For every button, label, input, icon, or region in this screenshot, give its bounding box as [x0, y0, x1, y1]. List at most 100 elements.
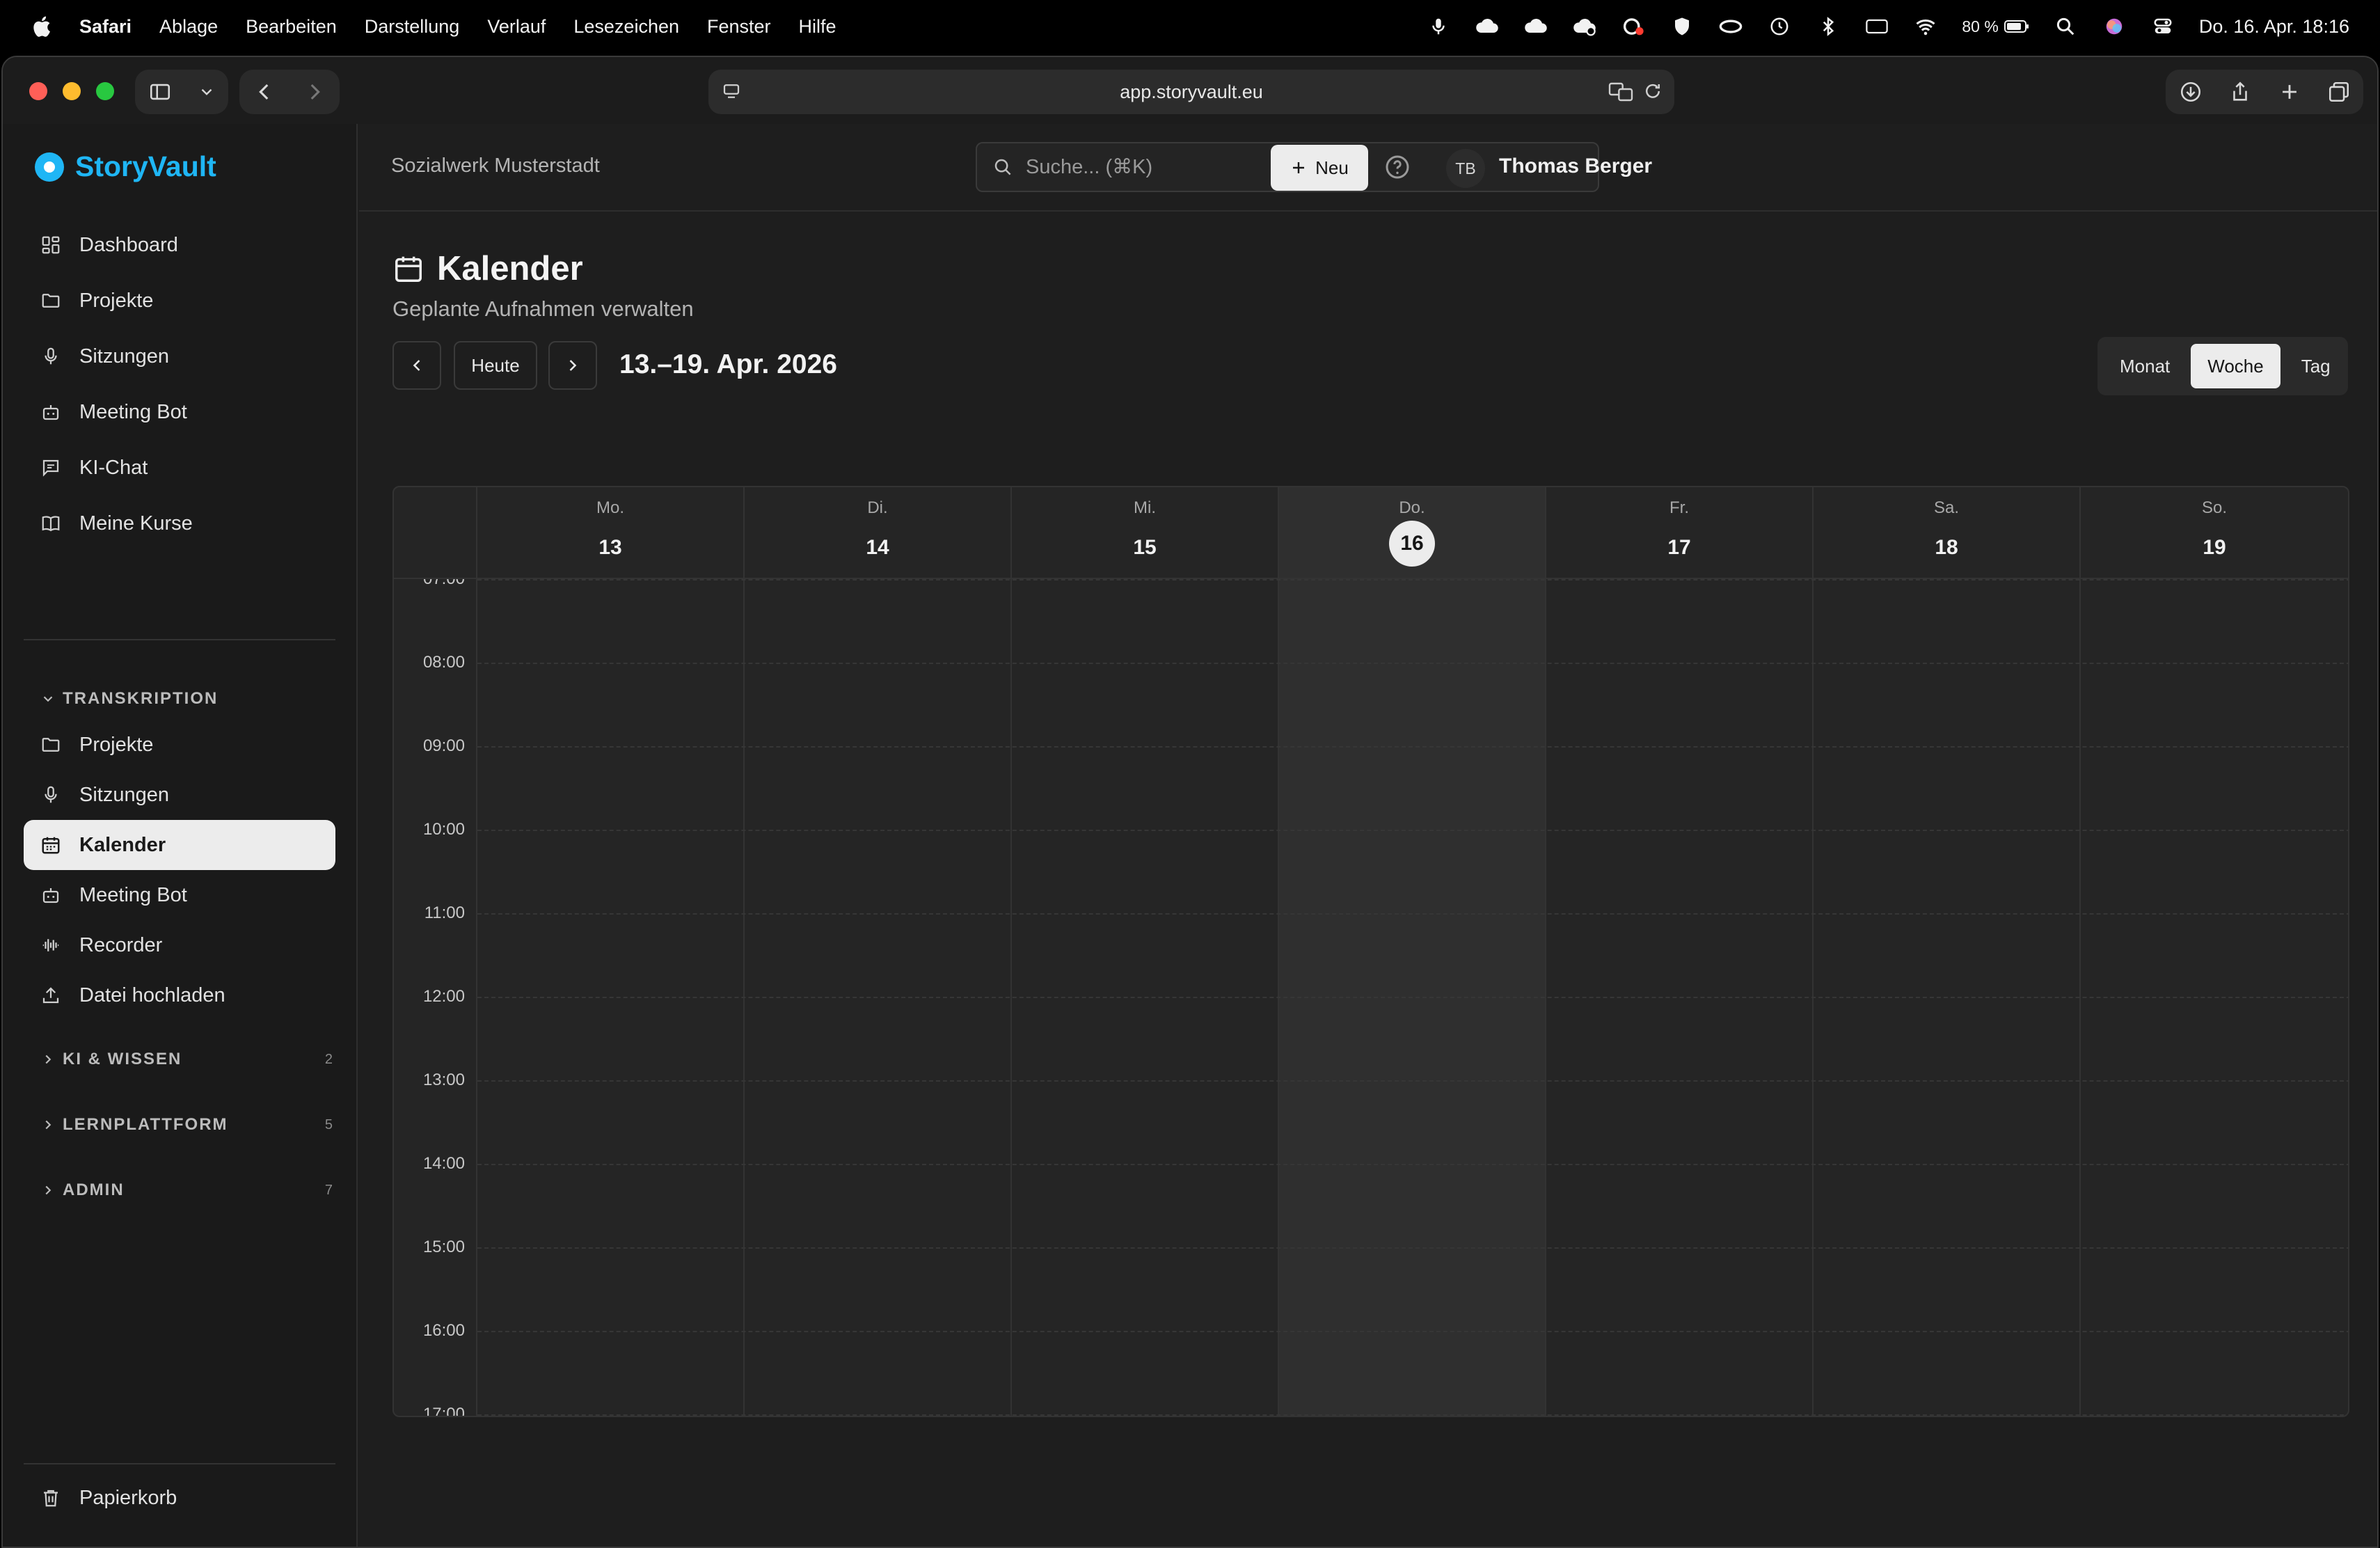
day-number: 18	[1935, 536, 1958, 559]
time-machine-icon[interactable]	[1767, 16, 1792, 37]
help-icon[interactable]	[1383, 153, 1411, 181]
section-title: ADMIN	[63, 1180, 125, 1199]
battery-icon	[2004, 20, 2029, 33]
sidebar-item-meeting-bot[interactable]: Meeting Bot	[24, 387, 335, 437]
view-day-button[interactable]: Tag	[2285, 344, 2347, 388]
day-number: 15	[1133, 536, 1157, 559]
day-number: 17	[1667, 536, 1691, 559]
siri-icon[interactable]	[2102, 16, 2127, 37]
day-column[interactable]	[1012, 579, 1279, 1416]
day-column[interactable]	[2081, 579, 2348, 1416]
address-bar[interactable]: app.storyvault.eu	[708, 70, 1674, 114]
tab-overview-icon[interactable]	[2327, 80, 2351, 104]
day-header[interactable]: So. 19	[2081, 487, 2348, 578]
avatar[interactable]: TB	[1446, 149, 1485, 188]
section-toggle-admin[interactable]: ADMIN 7	[40, 1180, 333, 1200]
day-header[interactable]: Fr. 17	[1546, 487, 1814, 578]
today-button[interactable]: Heute	[454, 341, 537, 390]
view-month-button[interactable]: Monat	[2103, 344, 2187, 388]
menu-bearbeiten[interactable]: Bearbeiten	[246, 16, 337, 38]
day-column[interactable]	[477, 579, 745, 1416]
close-window-button[interactable]	[29, 82, 47, 100]
minimize-window-button[interactable]	[63, 82, 81, 100]
cloud-sync-icon[interactable]	[1572, 16, 1597, 37]
battery-status[interactable]: 80 %	[1962, 16, 2029, 37]
sidebar-item-transkription-sitzungen[interactable]: Sitzungen	[24, 770, 335, 820]
menu-ablage[interactable]: Ablage	[159, 16, 218, 38]
sidebar-item-recorder[interactable]: Recorder	[24, 920, 335, 970]
spotlight-search-icon[interactable]	[2053, 16, 2078, 37]
new-button[interactable]: Neu	[1271, 145, 1368, 191]
day-header[interactable]: Mo. 13	[477, 487, 745, 578]
time-label: 07:00	[423, 579, 465, 589]
menu-verlauf[interactable]: Verlauf	[487, 16, 546, 38]
sidebar-item-transkription-meeting-bot[interactable]: Meeting Bot	[24, 870, 335, 920]
creative-cloud-icon[interactable]	[1621, 16, 1646, 37]
sidebar-item-kalender[interactable]: Kalender	[24, 820, 335, 870]
back-arrow-icon[interactable]	[253, 80, 276, 104]
brand-logo[interactable]: StoryVault	[35, 150, 216, 183]
sidebar-item-ki-chat[interactable]: KI-Chat	[24, 443, 335, 493]
section-toggle-ki-wissen[interactable]: KI & WISSEN 2	[40, 1050, 333, 1069]
section-toggle-transkription[interactable]: TRANSKRIPTION	[40, 689, 333, 709]
menu-lesezeichen[interactable]: Lesezeichen	[573, 16, 679, 38]
sidebar-toggle-icon[interactable]	[148, 80, 172, 104]
calendar-grid: 07:00 08:00 09:00 10:00 11:00 12:00 13:00 14:00…	[394, 579, 2348, 1416]
day-header[interactable]: Sa. 18	[1814, 487, 2081, 578]
wifi-icon[interactable]	[1913, 16, 1938, 37]
apple-icon[interactable]	[31, 15, 51, 38]
day-header[interactable]: Do. 16	[1279, 487, 1546, 578]
menu-hilfe[interactable]: Hilfe	[799, 16, 836, 38]
dashboard-grid-icon	[42, 236, 60, 254]
share-icon[interactable]	[2228, 80, 2252, 104]
cloud-icon[interactable]	[1523, 16, 1548, 37]
menu-darstellung[interactable]: Darstellung	[365, 16, 460, 38]
sidebar-item-papierkorb[interactable]: Papierkorb	[24, 1473, 335, 1523]
sidebar-item-transkription-projekte[interactable]: Projekte	[24, 720, 335, 770]
reload-icon[interactable]	[1642, 81, 1663, 102]
view-week-button[interactable]: Woche	[2191, 344, 2280, 388]
previous-week-button[interactable]	[392, 341, 441, 390]
control-center-icon[interactable]	[2150, 16, 2175, 37]
sidebar-item-dashboard[interactable]: Dashboard	[24, 220, 335, 270]
new-tab-icon[interactable]	[2278, 80, 2301, 104]
menubar-clock[interactable]: Do. 16. Apr. 18:16	[2199, 16, 2349, 38]
user-name[interactable]: Thomas Berger	[1499, 155, 1652, 178]
bot-icon	[42, 405, 59, 420]
cloud-icon[interactable]	[1475, 16, 1500, 37]
sidebar-item-meine-kurse[interactable]: Meine Kurse	[24, 498, 335, 548]
chevron-down-icon	[43, 696, 53, 702]
downloads-icon[interactable]	[2179, 80, 2203, 104]
section-toggle-lernplattform[interactable]: LERNPLATTFORM 5	[40, 1115, 333, 1135]
zoom-window-button[interactable]	[96, 82, 114, 100]
site-settings-icon[interactable]	[721, 81, 742, 102]
day-column[interactable]	[745, 579, 1012, 1416]
microphone-icon[interactable]	[1426, 16, 1451, 37]
new-button-label: Neu	[1315, 157, 1349, 178]
menu-app-safari[interactable]: Safari	[79, 16, 132, 38]
sidebar-item-label: Datei hochladen	[79, 984, 225, 1006]
day-header[interactable]: Di. 14	[745, 487, 1012, 578]
safari-window: app.storyvault.eu StoryVault Dashboard P…	[1, 56, 2379, 1548]
sidebar-item-sitzungen[interactable]: Sitzungen	[24, 331, 335, 381]
drive-icon[interactable]	[1718, 16, 1743, 37]
day-column[interactable]	[1814, 579, 2081, 1416]
hour-gridline	[477, 1414, 2348, 1416]
day-column[interactable]	[1546, 579, 1814, 1416]
safari-toolbar: app.storyvault.eu	[3, 57, 2377, 124]
forward-arrow-icon[interactable]	[303, 80, 326, 104]
day-header[interactable]: Mi. 15	[1012, 487, 1279, 578]
section-count: 5	[324, 1116, 333, 1132]
sidebar-item-datei-hochladen[interactable]: Datei hochladen	[24, 970, 335, 1020]
sidebar-item-label: Papierkorb	[79, 1486, 177, 1509]
audio-waveform-icon	[42, 939, 59, 951]
day-column[interactable]	[1279, 579, 1546, 1416]
next-week-button[interactable]	[548, 341, 597, 390]
sidebar-item-projekte[interactable]: Projekte	[24, 276, 335, 326]
chevron-down-icon[interactable]	[198, 83, 216, 101]
bluetooth-icon[interactable]	[1816, 16, 1841, 37]
display-icon[interactable]	[1864, 16, 1889, 37]
shield-icon[interactable]	[1669, 16, 1695, 37]
menu-fenster[interactable]: Fenster	[707, 16, 771, 38]
translate-icon[interactable]	[1608, 81, 1634, 103]
